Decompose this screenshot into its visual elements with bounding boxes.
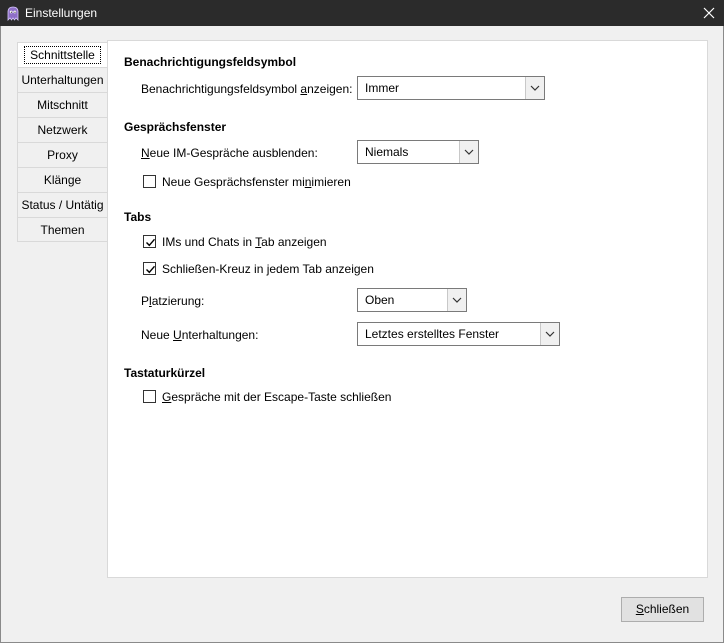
close-button-in-tab-checkbox[interactable]	[143, 262, 156, 275]
close-icon	[703, 7, 715, 19]
hide-conversations-label: Neue IM-Gespräche ausblenden:	[141, 146, 318, 160]
minimize-windows-label: Neue Gesprächsfenster minimieren	[162, 175, 351, 189]
checkmark-icon	[146, 265, 156, 274]
chevron-down-icon	[459, 141, 478, 163]
hide-conversations-select[interactable]: Niemals	[357, 140, 479, 164]
select-value: Letztes erstelltes Fenster	[365, 327, 500, 341]
tab-label: Schnittstelle	[24, 46, 101, 64]
select-value: Oben	[365, 293, 395, 307]
tab-label: Proxy	[47, 148, 78, 162]
placement-select[interactable]: Oben	[357, 288, 467, 312]
tab-schnittstelle[interactable]: Schnittstelle	[17, 42, 107, 67]
show-in-tabs-label: IMs und Chats in Tab anzeigen	[162, 235, 327, 249]
new-conversations-select[interactable]: Letztes erstelltes Fenster	[357, 322, 560, 346]
new-conversations-label: Neue Unterhaltungen:	[141, 328, 259, 342]
notification-icon-select[interactable]: Immer	[357, 76, 545, 100]
show-in-tabs-checkbox[interactable]	[143, 235, 156, 248]
section-tabs-title: Tabs	[124, 210, 152, 224]
escape-closes-label: Gespräche mit der Escape-Taste schließen	[162, 390, 392, 404]
minimize-windows-checkbox[interactable]	[143, 175, 156, 188]
tab-label: Klänge	[43, 173, 82, 187]
checkmark-icon	[146, 238, 156, 247]
tab-netzwerk[interactable]: Netzwerk	[17, 117, 107, 142]
settings-panel: Benachrichtigungsfeldsymbol Benachrichti…	[107, 40, 708, 578]
placement-label: Platzierung:	[141, 294, 205, 308]
tab-mitschnitt[interactable]: Mitschnitt	[17, 92, 107, 117]
tab-label: Status / Untätig	[21, 198, 104, 212]
close-dialog-button[interactable]: Schließen	[621, 597, 704, 622]
select-value: Immer	[365, 81, 399, 95]
section-shortcuts-title: Tastaturkürzel	[124, 366, 206, 380]
tab-label: Themen	[40, 223, 85, 237]
select-value: Niemals	[365, 145, 409, 159]
dialog-body: Schnittstelle Unterhaltungen Mitschnitt …	[0, 26, 724, 643]
section-notification-title: Benachrichtigungsfeldsymbol	[124, 55, 297, 69]
tab-label: Mitschnitt	[37, 98, 88, 112]
chevron-down-icon	[540, 323, 559, 345]
section-conversation-title: Gesprächsfenster	[124, 120, 227, 134]
window-title: Einstellungen	[25, 6, 98, 20]
tab-themen[interactable]: Themen	[17, 217, 107, 242]
tab-unterhaltungen[interactable]: Unterhaltungen	[17, 67, 107, 92]
app-ghost-icon	[5, 5, 21, 21]
chevron-down-icon	[525, 77, 544, 99]
category-tabs: Schnittstelle Unterhaltungen Mitschnitt …	[17, 42, 107, 242]
chevron-down-icon	[447, 289, 466, 311]
tab-label: Netzwerk	[37, 123, 88, 137]
close-button-in-tab-label: Schließen-Kreuz in jedem Tab anzeigen	[162, 262, 374, 276]
title-bar: Einstellungen	[0, 0, 724, 26]
tab-proxy[interactable]: Proxy	[17, 142, 107, 167]
tab-klaenge[interactable]: Klänge	[17, 167, 107, 192]
escape-closes-checkbox[interactable]	[143, 390, 156, 403]
tab-label: Unterhaltungen	[21, 73, 104, 87]
notification-icon-label: Benachrichtigungsfeldsymbol anzeigen:	[141, 82, 353, 96]
tab-status[interactable]: Status / Untätig	[17, 192, 107, 217]
window-close-button[interactable]	[694, 0, 724, 26]
